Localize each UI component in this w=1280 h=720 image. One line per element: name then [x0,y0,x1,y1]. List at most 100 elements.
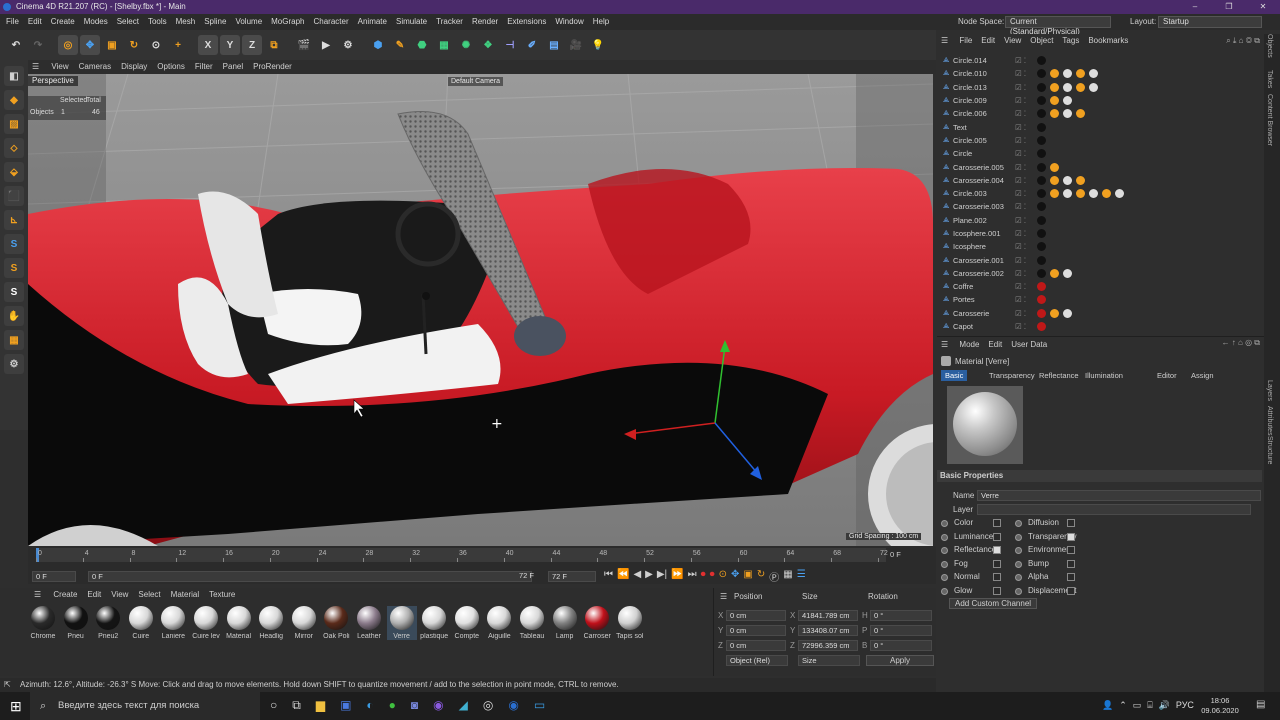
menu-volume[interactable]: Volume [235,14,262,30]
material-item[interactable]: Laniere [158,606,188,640]
material-item[interactable]: Mirror [289,606,319,640]
channel-radio[interactable] [941,587,948,595]
goto-end-icon[interactable]: ⏭ [688,569,697,584]
menu-mograph[interactable]: MoGraph [271,14,304,30]
tag-icon[interactable] [1050,189,1059,199]
object-row[interactable]: ⟁ Circle.005 ☑ ⁚ [943,134,1253,147]
channel-radio[interactable] [941,574,948,581]
render-settings-icon[interactable]: ⚙ [338,35,358,55]
menu-tracker[interactable]: Tracker [436,14,463,30]
material-item[interactable]: plastique [419,606,449,640]
visibility-toggle-icon[interactable]: ☑ ⁚ [1015,254,1037,267]
tag-icon[interactable] [1076,189,1085,199]
channel-checkbox[interactable] [1067,519,1075,527]
tag-icon[interactable] [1063,308,1072,318]
coord-mode-dropdown[interactable]: Object (Rel) [726,655,788,666]
object-name[interactable]: Text [953,121,1015,134]
keyframe-selection-icon[interactable]: ⊙ [719,569,727,584]
object-row[interactable]: ⟁ Capot ☑ ⁚ [943,320,1253,333]
viewport-3d[interactable]: + Perspective Default Camera Selected To… [28,74,933,546]
material-menu-material[interactable]: Material [171,590,199,599]
cortana-icon[interactable]: ○ [270,698,277,713]
viewport-menu-options[interactable]: Options [157,60,185,74]
material-menu-edit[interactable]: Edit [87,590,101,599]
play-icon[interactable]: ▶ [645,569,653,584]
app-teal-icon[interactable]: ◢ [459,698,468,713]
material-tag-icon[interactable] [1037,308,1046,318]
visibility-toggle-icon[interactable]: ☑ ⁚ [1015,200,1037,213]
edges-mode-icon[interactable]: ⬙ [4,162,24,182]
material-item[interactable]: Cuire [126,606,156,640]
tag-icon[interactable] [1050,268,1059,278]
object-row[interactable]: ⟁ Plane.002 ☑ ⁚ [943,214,1253,227]
preview-max-field[interactable]: 72 F [516,571,538,582]
coord-rotation-field[interactable]: 0 ° [870,640,932,651]
material-tag-icon[interactable] [1037,56,1046,66]
viewport-menu-filter[interactable]: Filter [195,60,213,74]
menu-help[interactable]: Help [593,14,609,30]
material-item[interactable]: Compte [452,606,482,640]
prev-key-icon[interactable]: ⏪ [617,569,629,584]
visibility-toggle-icon[interactable]: ☑ ⁚ [1015,227,1037,240]
material-preview[interactable] [947,386,1023,464]
material-menu-view[interactable]: View [111,590,128,599]
visibility-toggle-icon[interactable]: ☑ ⁚ [1015,214,1037,227]
visibility-toggle-icon[interactable]: ☑ ⁚ [1015,307,1037,320]
object-name[interactable]: Circle.009 [953,94,1015,107]
pla-key-icon[interactable]: ▦ [783,569,792,584]
coord-size-field[interactable]: 41841.789 cm [798,610,858,621]
coord-rotation-field[interactable]: 0 ° [870,610,932,621]
side-tab-structure[interactable]: Structure [1266,436,1273,464]
visibility-toggle-icon[interactable]: ☑ ⁚ [1015,134,1037,147]
material-item[interactable]: Aiguille [484,606,514,640]
lock-workplane-icon[interactable]: ⚙ [4,354,24,374]
timeline-ruler[interactable]: 0 4 8 12 16 20 24 28 32 36 40 44 48 52 56 60 64 68 72 [36,548,888,562]
object-row[interactable]: ⟁ Circle.014 ☑ ⁚ [943,54,1253,67]
visibility-toggle-icon[interactable]: ☑ ⁚ [1015,174,1037,187]
material-tag-icon[interactable] [1037,255,1046,265]
material-menu-hamburger-icon[interactable]: ☰ [34,590,41,599]
visibility-toggle-icon[interactable]: ☑ ⁚ [1015,107,1037,120]
object-name[interactable]: Icosphere.001 [953,227,1015,240]
side-tab-content-browser[interactable]: Content Browser [1266,94,1273,146]
viewport-menu-display[interactable]: Display [121,60,147,74]
menu-tools[interactable]: Tools [148,14,167,30]
channel-radio[interactable] [1015,574,1022,581]
tag-icon[interactable] [1063,69,1072,79]
object-name[interactable]: Plane.002 [953,214,1015,227]
object-row[interactable]: ⟁ Icosphere ☑ ⁚ [943,240,1253,253]
apply-button[interactable]: Apply [866,655,934,666]
material-tag-icon[interactable] [1037,268,1046,278]
attribute-menu-user-data[interactable]: User Data [1011,340,1047,349]
object-menu-view[interactable]: View [1004,36,1021,45]
channel-radio[interactable] [1015,560,1022,568]
material-tag-icon[interactable] [1037,96,1046,106]
menu-extensions[interactable]: Extensions [507,14,546,30]
file-explorer-icon[interactable]: ▆ [316,698,325,713]
quantize-icon[interactable]: S [4,282,24,302]
make-editable-icon[interactable]: ◧ [4,66,24,86]
coord-position-field[interactable]: 0 cm [726,625,786,636]
object-row[interactable]: ⟁ Carosserie.003 ☑ ⁚ [943,200,1253,213]
visibility-toggle-icon[interactable]: ☑ ⁚ [1015,161,1037,174]
object-name[interactable]: Carosserie.001 [953,254,1015,267]
array-icon[interactable]: ▦ [434,35,454,55]
recent-tools-icon[interactable]: ⊙ [146,35,166,55]
rotate-tool-icon[interactable]: ↻ [124,35,144,55]
object-name[interactable]: Icosphere [953,240,1015,253]
menu-simulate[interactable]: Simulate [396,14,427,30]
attribute-menu-hamburger-icon[interactable]: ☰ [941,340,948,349]
cloner-icon[interactable]: ❖ [478,35,498,55]
object-row[interactable]: ⟁ Circle.009 ☑ ⁚ [943,94,1253,107]
tag-icon[interactable] [1063,175,1072,185]
object-name[interactable]: Carosserie.003 [953,200,1015,213]
channel-checkbox[interactable] [993,586,1001,595]
material-tag-icon[interactable] [1037,282,1046,292]
redo-icon[interactable]: ↷ [28,35,48,55]
object-name[interactable]: Carosserie.002 [953,267,1015,280]
coord-menu-icon[interactable]: ☰ [720,592,727,601]
material-item[interactable]: Tableau [517,606,547,640]
material-tag-icon[interactable] [1037,229,1046,238]
snap-icon[interactable]: S [4,234,24,254]
menu-render[interactable]: Render [472,14,498,30]
